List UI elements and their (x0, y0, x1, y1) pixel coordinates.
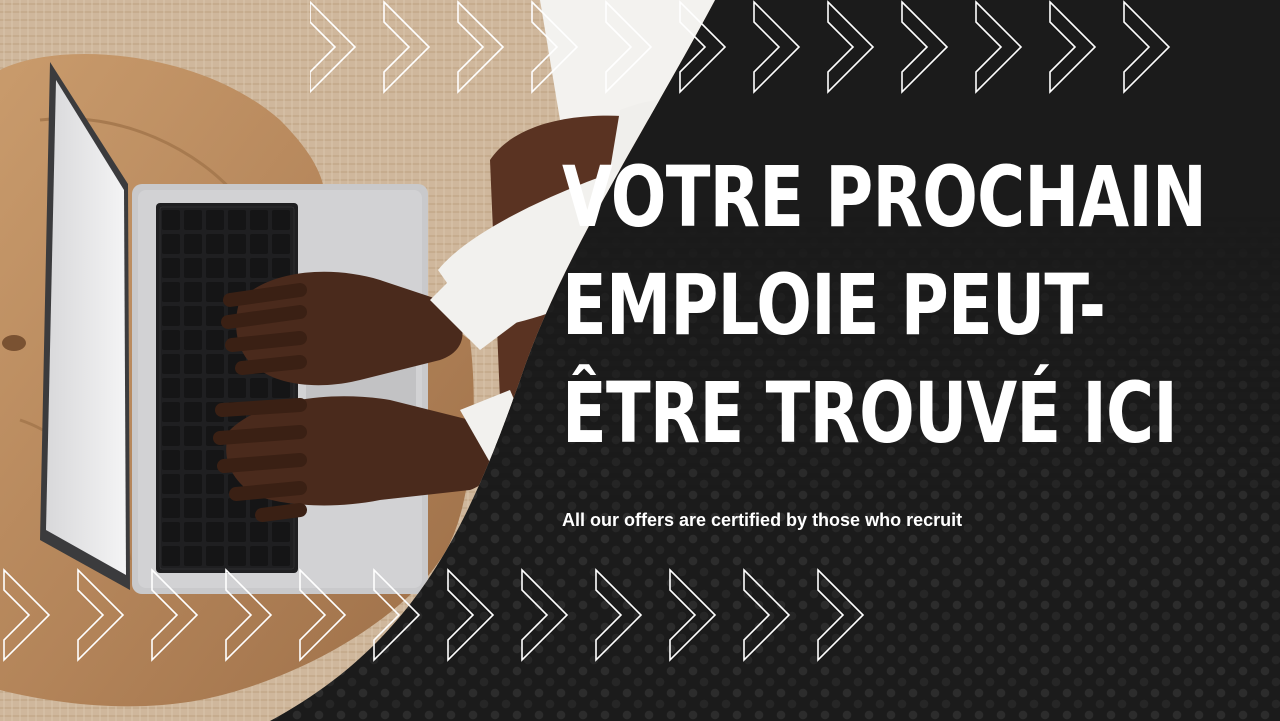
keyboard-key (162, 498, 180, 518)
keyboard-key (184, 354, 202, 374)
keyboard-key (162, 210, 180, 230)
keyboard-key (162, 354, 180, 374)
keyboard-key (250, 378, 268, 398)
keyboard-key (206, 522, 224, 542)
keyboard-key (206, 546, 224, 566)
keyboard-key (250, 234, 268, 254)
keyboard-key (162, 402, 180, 422)
keyboard-key (184, 474, 202, 494)
keyboard-key (184, 306, 202, 326)
keyboard-key (272, 546, 290, 566)
keyboard-key (228, 378, 246, 398)
keyboard-key (162, 378, 180, 398)
keyboard-key (206, 210, 224, 230)
keyboard-key (162, 282, 180, 302)
keyboard-key (206, 474, 224, 494)
keyboard-key (184, 234, 202, 254)
keyboard-key (162, 450, 180, 470)
keyboard-key (162, 426, 180, 446)
keyboard-key (162, 306, 180, 326)
keyboard-key (184, 450, 202, 470)
keyboard-key (206, 282, 224, 302)
keyboard-key (206, 258, 224, 278)
keyboard-key (184, 258, 202, 278)
keyboard-key (162, 258, 180, 278)
headline-line-1: VOTRE PROCHAIN (562, 148, 1207, 246)
keyboard-key (206, 330, 224, 350)
keyboard-key (228, 522, 246, 542)
keyboard-key (228, 258, 246, 278)
keyboard-key (206, 234, 224, 254)
keyboard-key (250, 546, 268, 566)
keyboard-key (228, 498, 246, 518)
keyboard-key (206, 354, 224, 374)
keyboard-key (250, 210, 268, 230)
keyboard-key (162, 474, 180, 494)
keyboard-key (272, 234, 290, 254)
keyboard-key (162, 330, 180, 350)
keyboard-key (206, 498, 224, 518)
keyboard-key (228, 234, 246, 254)
keyboard-key (184, 378, 202, 398)
keyboard-key (184, 546, 202, 566)
keyboard-key (162, 522, 180, 542)
headline-line-3: ÊTRE TROUVÉ ICI (562, 364, 1178, 462)
top-chevron-row (310, 0, 1210, 100)
keyboard-key (162, 234, 180, 254)
keyboard-key (250, 522, 268, 542)
chevron-right-outline-icon (310, 0, 1171, 94)
keyboard-key (184, 498, 202, 518)
keyboard-key (184, 210, 202, 230)
keyboard-key (162, 546, 180, 566)
keyboard-key (184, 330, 202, 350)
bottom-chevron-row (0, 565, 900, 665)
subtitle: All our offers are certified by those wh… (562, 510, 963, 530)
keyboard-key (228, 210, 246, 230)
headline: VOTRE PROCHAIN EMPLOIE PEUT- ÊTRE TROUVÉ… (562, 143, 1207, 467)
keyboard-key (272, 210, 290, 230)
keyboard-key (184, 426, 202, 446)
keyboard-key (184, 402, 202, 422)
keyboard-key (206, 378, 224, 398)
keyboard-key (184, 282, 202, 302)
keyboard-key (228, 546, 246, 566)
job-banner: VOTRE PROCHAIN EMPLOIE PEUT- ÊTRE TROUVÉ… (0, 0, 1280, 721)
headline-line-2: EMPLOIE PEUT- (562, 256, 1106, 354)
keyboard-key (184, 522, 202, 542)
keyboard-key (250, 258, 268, 278)
keyboard-key (272, 258, 290, 278)
chevron-right-outline-icon (3, 568, 865, 662)
keyboard-key (272, 522, 290, 542)
